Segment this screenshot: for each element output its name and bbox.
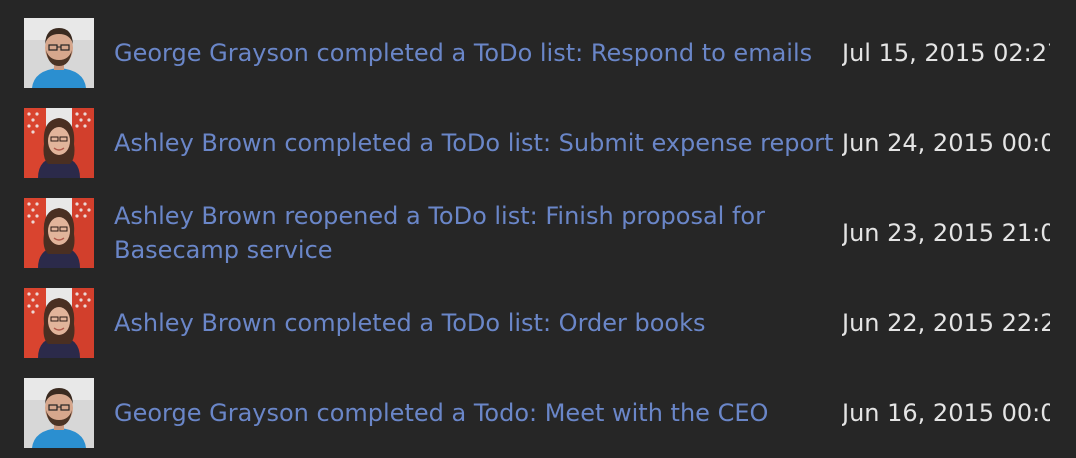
activity-feed: George Grayson completed a ToDo list: Re… <box>0 0 1076 458</box>
avatar <box>24 378 94 448</box>
activity-item: George Grayson completed a ToDo list: Re… <box>0 18 1076 88</box>
activity-timestamp: Jun 22, 2015 22:2 <box>842 309 1050 337</box>
activity-item: Ashley Brown completed a ToDo list: Subm… <box>0 108 1076 178</box>
activity-link[interactable]: George Grayson completed a Todo: Meet wi… <box>114 396 814 430</box>
activity-item: George Grayson completed a Todo: Meet wi… <box>0 378 1076 448</box>
activity-timestamp: Jun 16, 2015 00:0 <box>842 399 1050 427</box>
activity-timestamp: Jun 24, 2015 00:0 <box>842 129 1050 157</box>
activity-link[interactable]: Ashley Brown completed a ToDo list: Orde… <box>114 306 814 340</box>
activity-link[interactable]: George Grayson completed a ToDo list: Re… <box>114 36 814 70</box>
activity-item: Ashley Brown completed a ToDo list: Orde… <box>0 288 1076 358</box>
avatar <box>24 108 94 178</box>
activity-link[interactable]: Ashley Brown completed a ToDo list: Subm… <box>114 126 833 160</box>
activity-item: Ashley Brown reopened a ToDo list: Finis… <box>0 198 1076 268</box>
activity-timestamp: Jul 15, 2015 02:27 <box>842 39 1050 67</box>
activity-timestamp: Jun 23, 2015 21:0 <box>842 219 1050 247</box>
avatar <box>24 198 94 268</box>
activity-link[interactable]: Ashley Brown reopened a ToDo list: Finis… <box>114 199 774 267</box>
avatar <box>24 288 94 358</box>
avatar <box>24 18 94 88</box>
